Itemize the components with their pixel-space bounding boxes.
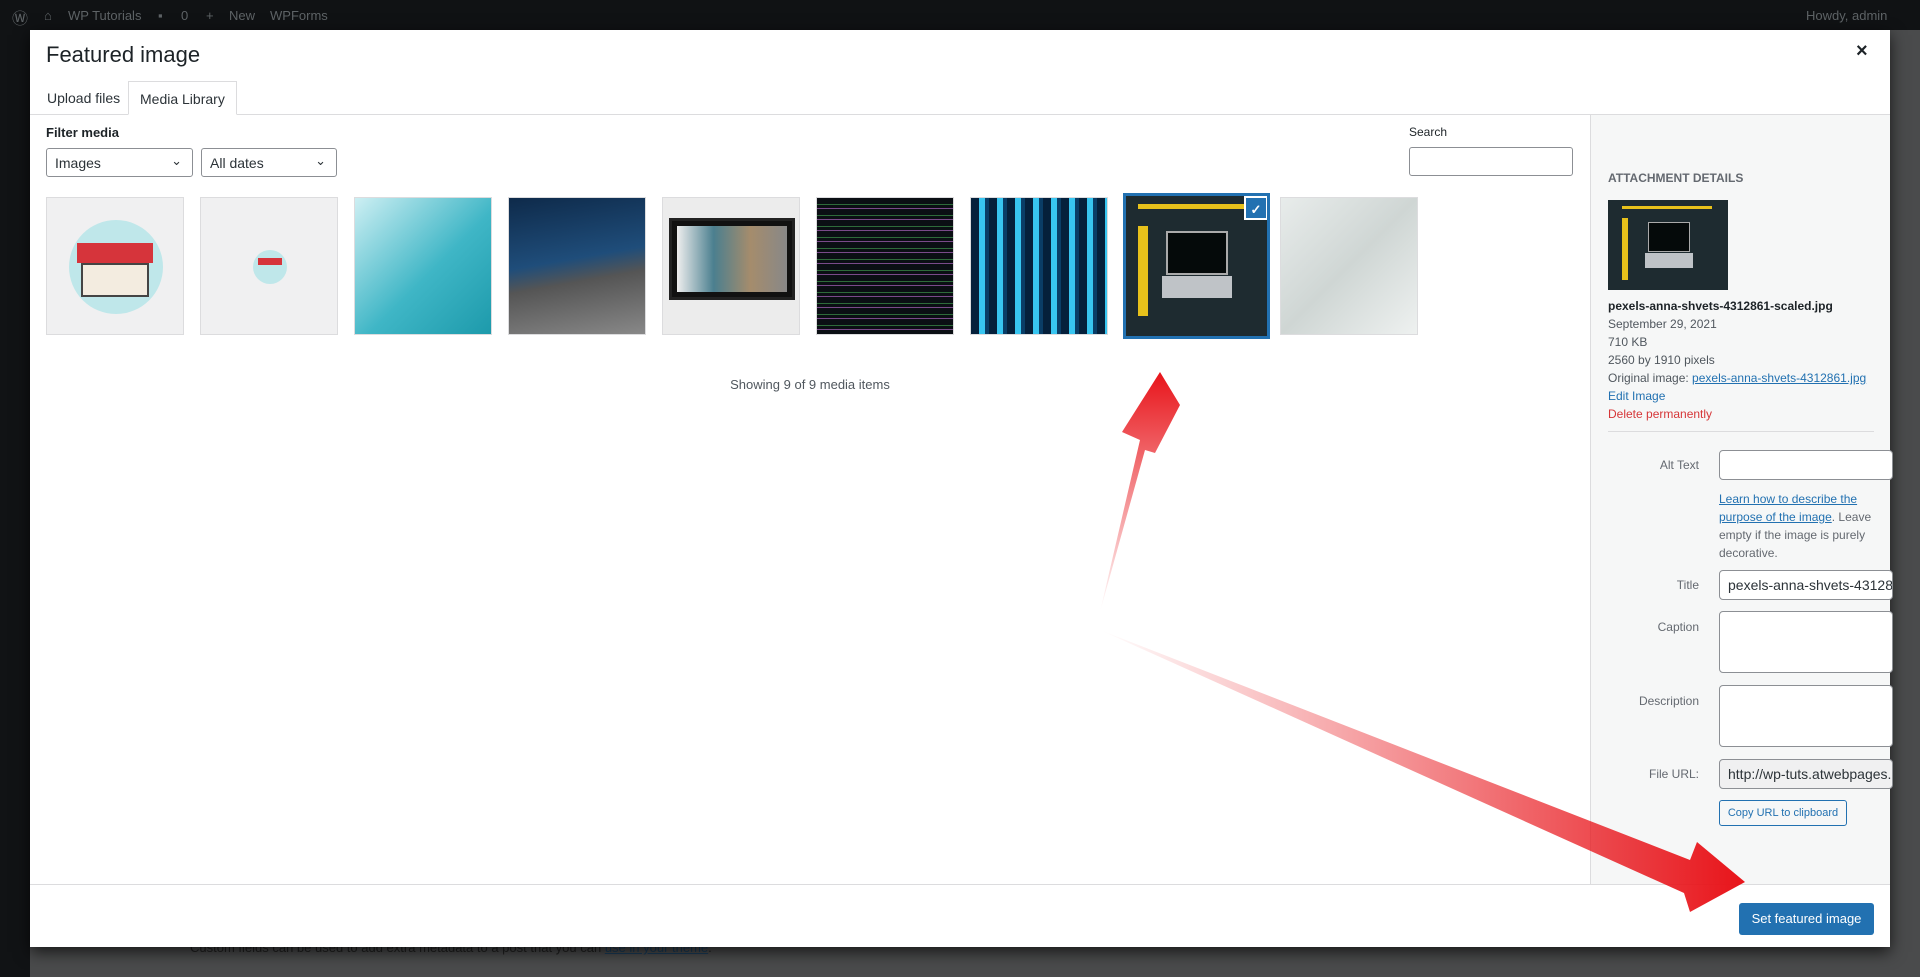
admin-sidebar	[0, 30, 30, 977]
alt-text-help: Learn how to describe the purpose of the…	[1719, 492, 1872, 560]
wpforms-link[interactable]: WPForms	[270, 8, 328, 23]
title-input[interactable]: pexels-anna-shvets-4312861-scaled	[1719, 570, 1893, 600]
howdy-link[interactable]: Howdy, admin	[1806, 8, 1887, 23]
attachment-filename: pexels-anna-shvets-4312861-scaled.jpg	[1608, 299, 1833, 313]
wordpress-logo-icon[interactable]: Ⓦ	[12, 5, 28, 29]
featured-image-modal: Featured image × Upload files Media Libr…	[30, 30, 1893, 947]
comment-icon: ▪	[158, 8, 163, 23]
media-item-monitor-gallery[interactable]	[662, 197, 800, 335]
tab-upload-files[interactable]: Upload files	[36, 81, 131, 115]
attachment-details-panel: ATTACHMENT DETAILS pexels-anna-shvets-43…	[1590, 115, 1893, 884]
site-name-link[interactable]: WP Tutorials	[68, 8, 141, 23]
filter-media-label: Filter media	[46, 125, 119, 140]
date-select[interactable]: All dates ⌄	[201, 148, 337, 177]
original-image-link[interactable]: pexels-anna-shvets-4312861.jpg	[1692, 371, 1866, 385]
modal-title: Featured image	[46, 42, 201, 67]
media-item-watercolor[interactable]	[354, 197, 492, 335]
checkmark-icon[interactable]: ✓	[1244, 196, 1267, 220]
description-textarea[interactable]	[1719, 685, 1893, 747]
attachment-details-heading: ATTACHMENT DETAILS	[1608, 171, 1744, 185]
media-item-laptop-code[interactable]	[508, 197, 646, 335]
file-url-input[interactable]: http://wp-tuts.atwebpages.com/	[1719, 759, 1893, 789]
attachment-preview	[1608, 200, 1728, 290]
close-icon[interactable]: ×	[1856, 40, 1868, 63]
chevron-down-icon: ⌄	[315, 153, 326, 168]
copy-url-button[interactable]: Copy URL to clipboard	[1719, 800, 1847, 826]
caption-textarea[interactable]	[1719, 611, 1893, 673]
description-label: Description	[1638, 694, 1699, 708]
tab-media-library[interactable]: Media Library	[128, 81, 237, 115]
media-item-server-lights[interactable]	[970, 197, 1108, 335]
alt-text-label: Alt Text	[1659, 458, 1699, 472]
admin-bar: Ⓦ ⌂ WP Tutorials ▪ 0 + New WPForms Howdy…	[0, 0, 1920, 30]
media-type-select[interactable]: Images ⌄	[46, 148, 193, 177]
media-item-white-texture[interactable]	[1280, 197, 1418, 335]
chevron-down-icon: ⌄	[171, 153, 182, 168]
modal-footer: Set featured image	[30, 884, 1890, 947]
title-label: Title	[1676, 578, 1699, 592]
media-item-house-small[interactable]	[200, 197, 338, 335]
media-item-laptop-tools[interactable]: ✓	[1123, 193, 1270, 339]
attachment-size: 710 KB	[1608, 335, 1648, 349]
comments-count[interactable]: 0	[181, 8, 188, 23]
set-featured-image-button[interactable]: Set featured image	[1739, 903, 1874, 935]
original-image: Original image: pexels-anna-shvets-43128…	[1608, 371, 1867, 385]
search-input[interactable]	[1409, 147, 1573, 176]
delete-permanently-link[interactable]: Delete permanently	[1608, 407, 1712, 421]
attachment-date: September 29, 2021	[1608, 317, 1717, 331]
details-divider	[1608, 431, 1874, 432]
alt-text-input[interactable]	[1719, 450, 1893, 480]
edit-image-link[interactable]: Edit Image	[1608, 389, 1665, 403]
file-url-label: File URL:	[1648, 767, 1699, 781]
media-item-code-screen[interactable]	[816, 197, 954, 335]
home-icon: ⌂	[44, 8, 52, 23]
search-label: Search	[1409, 125, 1448, 139]
attachment-dimensions: 2560 by 1910 pixels	[1608, 353, 1715, 367]
media-count-text: Showing 9 of 9 media items	[730, 377, 890, 392]
media-item-house-large[interactable]	[46, 197, 184, 335]
caption-label: Caption	[1657, 620, 1699, 634]
new-link[interactable]: New	[229, 8, 255, 23]
plus-icon: +	[206, 8, 214, 23]
